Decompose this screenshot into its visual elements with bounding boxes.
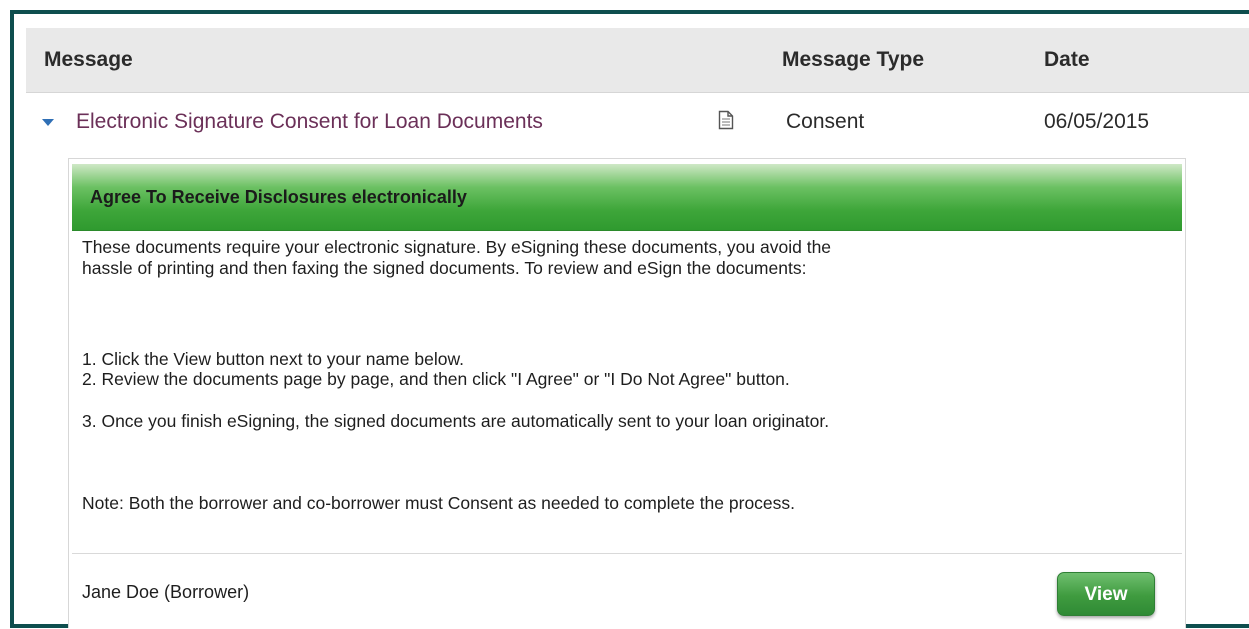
step-2-text: 2. Review the documents page by page, an… (82, 369, 790, 389)
consent-panel: Agree To Receive Disclosures electronica… (68, 158, 1186, 628)
panel-title: Agree To Receive Disclosures electronica… (90, 187, 467, 207)
panel-header: Agree To Receive Disclosures electronica… (72, 164, 1182, 231)
table-row[interactable]: Electronic Signature Consent for Loan Do… (26, 92, 1249, 152)
message-type-cell: Consent (786, 110, 865, 133)
step-1-text: 1. Click the View button next to your na… (82, 349, 464, 369)
step-3-text: 3. Once you finish eSigning, the signed … (82, 411, 830, 431)
note-text: Note: Both the borrower and co-borrower … (82, 493, 796, 513)
column-header-date[interactable]: Date (1044, 28, 1090, 92)
column-header-message-type[interactable]: Message Type (782, 28, 924, 92)
message-link[interactable]: Electronic Signature Consent for Loan Do… (76, 92, 543, 152)
panel-body: These documents require your electronic … (72, 231, 1182, 554)
caret-down-icon[interactable] (42, 119, 54, 126)
document-icon[interactable] (718, 110, 734, 130)
view-button[interactable]: View (1057, 572, 1155, 616)
signer-row: Jane Doe (Borrower) View (72, 556, 1182, 629)
column-header-message[interactable]: Message (44, 28, 133, 92)
intro-text: These documents require your electronic … (82, 237, 832, 278)
signer-name: Jane Doe (Borrower) (82, 582, 250, 602)
table-header: Message Message Type Date (26, 28, 1249, 93)
date-cell: 06/05/2015 (1044, 110, 1150, 133)
